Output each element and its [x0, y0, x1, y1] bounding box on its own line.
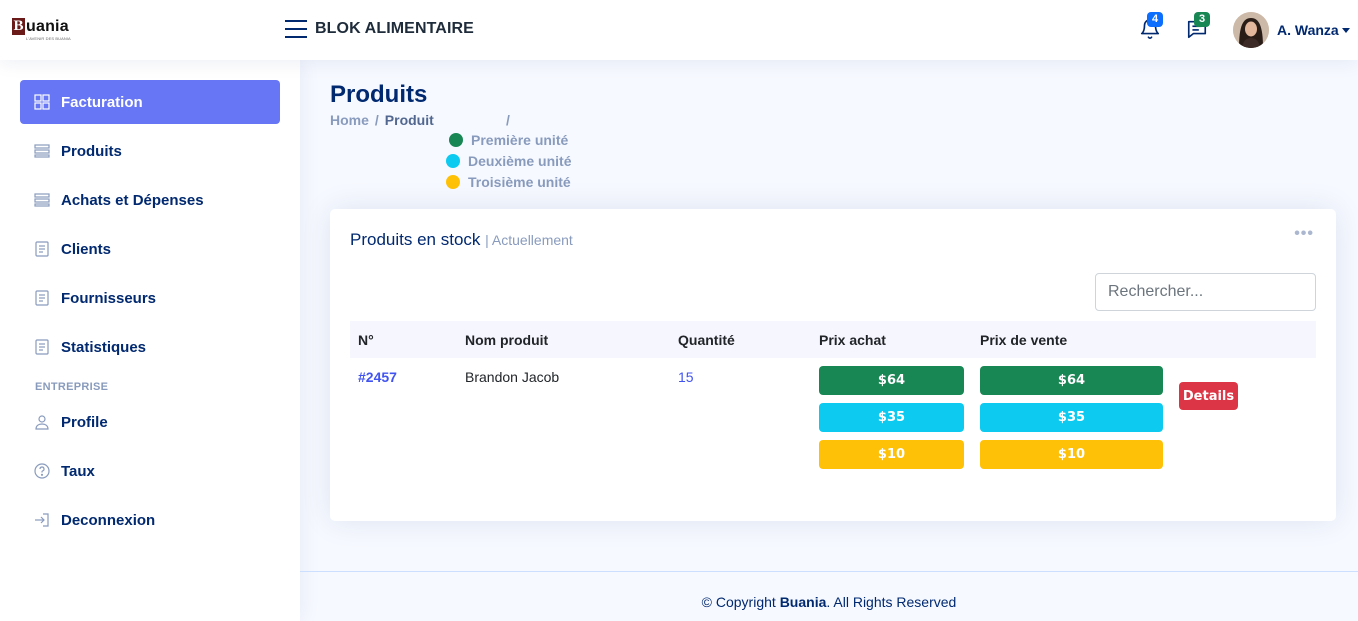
product-name: Brandon Jacob [465, 369, 560, 385]
card-subtitle: | Actuellement [485, 232, 573, 248]
sidebar: Facturation Produits Achats et Dépenses … [0, 60, 300, 621]
column-header-prix-achat: Prix achat [819, 332, 886, 348]
more-options-icon[interactable]: ••• [1294, 225, 1314, 243]
messages-badge: 3 [1194, 12, 1211, 27]
sidebar-heading-entreprise: ENTREPRISE [35, 381, 109, 393]
footer-divider [300, 571, 1358, 572]
document-icon [34, 290, 50, 306]
question-icon [34, 463, 50, 479]
legend-premiere-unite: Première unité [449, 132, 568, 148]
app-title: BLOK ALIMENTAIRE [315, 20, 474, 37]
cyan-dot-icon [446, 154, 460, 168]
caret-down-icon [1341, 28, 1350, 33]
user-menu-dropdown[interactable]: A. Wanza [1277, 22, 1350, 38]
prix-vente-unit-3: $10 [980, 440, 1163, 469]
column-header-nom-produit: Nom produit [465, 332, 549, 348]
breadcrumb-home[interactable]: Home [330, 112, 369, 128]
person-icon [34, 414, 50, 430]
sidebar-item-achats-depenses[interactable]: Achats et Dépenses [20, 178, 280, 222]
sidebar-item-facturation[interactable]: Facturation [20, 80, 280, 124]
sidebar-item-produits[interactable]: Produits [20, 129, 280, 173]
product-id-link[interactable]: #2457 [358, 369, 397, 385]
list-icon [34, 192, 50, 208]
search-input[interactable] [1095, 273, 1316, 311]
sidebar-item-statistiques[interactable]: Statistiques [20, 325, 280, 369]
document-icon [34, 339, 50, 355]
footer: © Copyright Buania. All Rights Reserved [701, 594, 957, 610]
details-button[interactable]: Details [1179, 382, 1238, 410]
breadcrumb-current: Produit [384, 112, 434, 128]
sidebar-item-profile[interactable]: Profile [20, 400, 280, 444]
logo-name: uania [26, 18, 69, 35]
menu-toggle-icon[interactable] [285, 19, 307, 39]
card-title: Produits en stock | Actuellement [350, 230, 573, 249]
footer-brand: Buania [779, 594, 827, 610]
page-title: Produits [330, 81, 428, 108]
column-header-prix-vente: Prix de vente [980, 332, 1068, 348]
prix-vente-unit-1: $64 [980, 366, 1163, 395]
logout-icon [34, 512, 50, 528]
notifications-bell-icon[interactable]: 4 [1137, 12, 1164, 42]
notifications-badge: 4 [1147, 12, 1164, 27]
table-header: N° Nom produit Quantité Prix achat Prix … [350, 321, 1316, 358]
logo-letter: B [12, 18, 25, 35]
prix-vente-unit-2: $35 [980, 403, 1163, 432]
user-avatar[interactable] [1233, 12, 1269, 48]
stock-card: Produits en stock | Actuellement ••• N° … [330, 209, 1336, 521]
legend-deuxieme-unite: Deuxième unité [446, 153, 571, 169]
logo-tagline: L'AVENIR DES BUANIA [26, 36, 71, 41]
column-header-numero: N° [358, 332, 374, 348]
breadcrumb-separator: / [506, 112, 510, 128]
prix-achat-unit-1: $64 [819, 366, 964, 395]
document-icon [34, 241, 50, 257]
brand-logo[interactable]: B uania L'AVENIR DES BUANIA [12, 18, 71, 41]
green-dot-icon [449, 133, 463, 147]
prix-achat-unit-2: $35 [819, 403, 964, 432]
breadcrumb: Home / Produit [330, 112, 434, 128]
column-header-quantite: Quantité [678, 332, 735, 348]
top-header: B uania L'AVENIR DES BUANIA BLOK ALIMENT… [0, 0, 1358, 60]
sidebar-item-clients[interactable]: Clients [20, 227, 280, 271]
sidebar-item-deconnexion[interactable]: Deconnexion [20, 498, 280, 542]
product-quantity: 15 [678, 369, 694, 385]
grid-icon [34, 94, 50, 110]
prix-achat-unit-3: $10 [819, 440, 964, 469]
yellow-dot-icon [446, 175, 460, 189]
sidebar-item-fournisseurs[interactable]: Fournisseurs [20, 276, 280, 320]
legend-troisieme-unite: Troisième unité [446, 174, 571, 190]
list-icon [34, 143, 50, 159]
sidebar-item-taux[interactable]: Taux [20, 449, 280, 493]
messages-chat-icon[interactable]: 3 [1183, 12, 1211, 42]
